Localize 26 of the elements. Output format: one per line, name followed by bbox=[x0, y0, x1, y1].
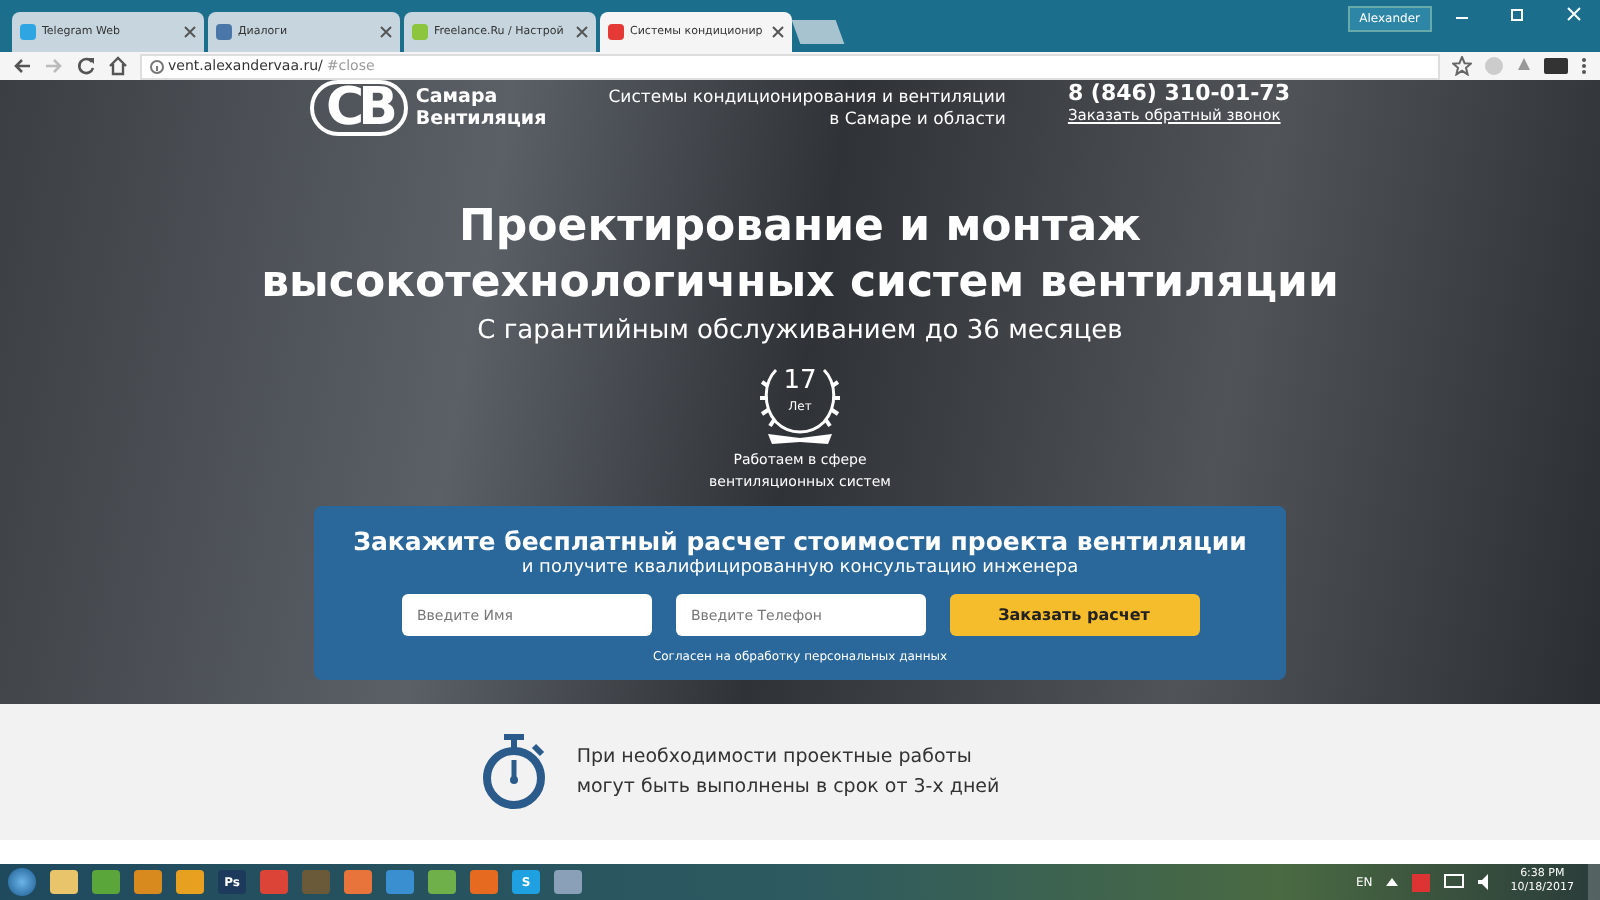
logo-mark: СВ bbox=[310, 80, 408, 136]
menu-icon[interactable] bbox=[1580, 56, 1588, 76]
start-button[interactable] bbox=[8, 868, 36, 896]
close-icon[interactable] bbox=[380, 26, 392, 38]
logo-text: Самара Вентиляция bbox=[415, 86, 547, 130]
star-icon[interactable] bbox=[1452, 56, 1472, 76]
form-subtitle: и получите квалифицированную консультацию инженера bbox=[521, 558, 1079, 578]
close-icon[interactable] bbox=[772, 26, 784, 38]
submit-button[interactable]: Заказать расчет bbox=[949, 594, 1199, 636]
form-title: Закажите бесплатный расчет стоимости проекта вентиляции bbox=[353, 526, 1247, 556]
home-icon[interactable] bbox=[108, 56, 128, 76]
years-number: 17 bbox=[781, 366, 819, 396]
close-icon[interactable] bbox=[576, 26, 588, 38]
tagline: Системы кондиционирования и вентиляции в Самаре и области bbox=[608, 86, 1006, 132]
reload-icon[interactable] bbox=[76, 56, 96, 76]
stopwatch-icon bbox=[480, 734, 549, 810]
up-arrow-icon[interactable] bbox=[1386, 876, 1399, 888]
close-icon[interactable] bbox=[184, 26, 196, 38]
hero-title: Проектирование и монтаж высокотехнологичных систем вентиляции bbox=[261, 200, 1339, 312]
forward-arrow-icon[interactable] bbox=[44, 56, 64, 76]
back-arrow-icon[interactable] bbox=[12, 56, 32, 76]
hero-subtitle: С гарантийным обслуживанием до 36 месяцев bbox=[477, 316, 1123, 346]
feature-text: При необходимости проектные работы могут быть выполнены в срок от 3-х дней bbox=[576, 744, 1000, 802]
phone-number: 8 (846) 310-01-73 bbox=[1067, 80, 1290, 106]
new-tab-button[interactable] bbox=[791, 20, 845, 44]
info-icon[interactable] bbox=[150, 59, 164, 73]
